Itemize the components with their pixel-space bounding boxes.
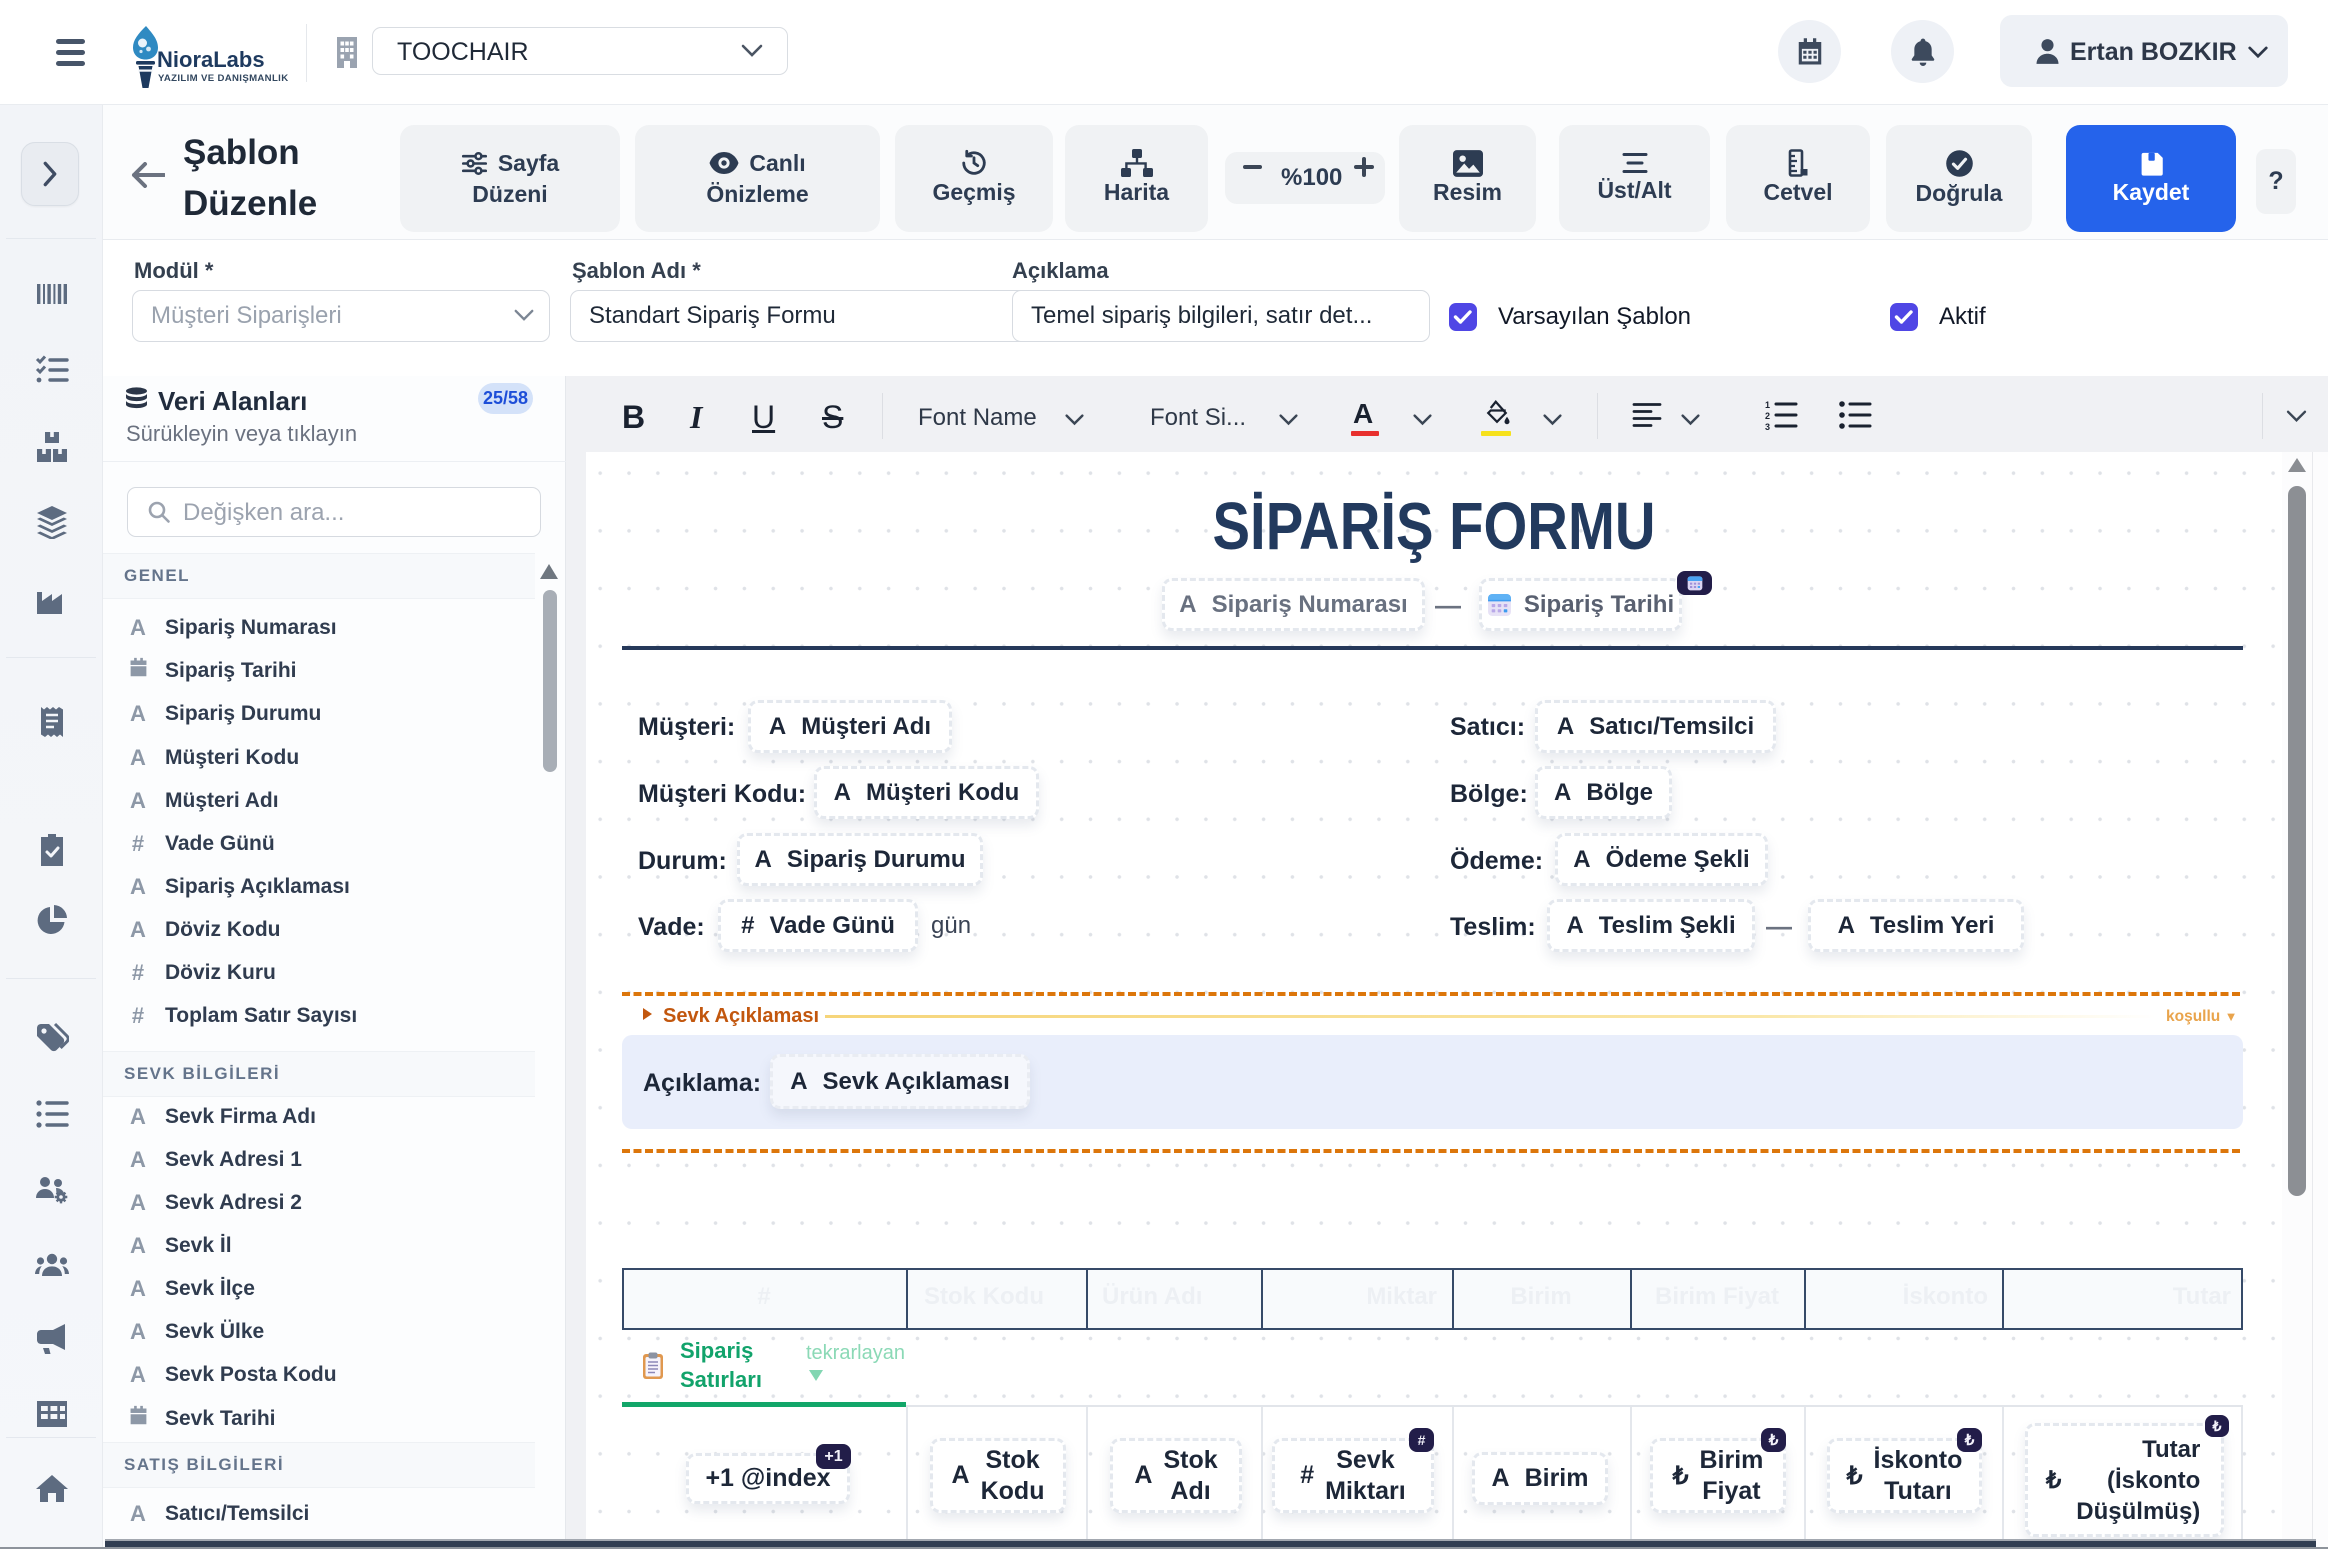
svg-text:1: 1	[1765, 400, 1770, 410]
svg-text:2: 2	[1765, 411, 1770, 421]
svg-text:3: 3	[1765, 422, 1770, 430]
